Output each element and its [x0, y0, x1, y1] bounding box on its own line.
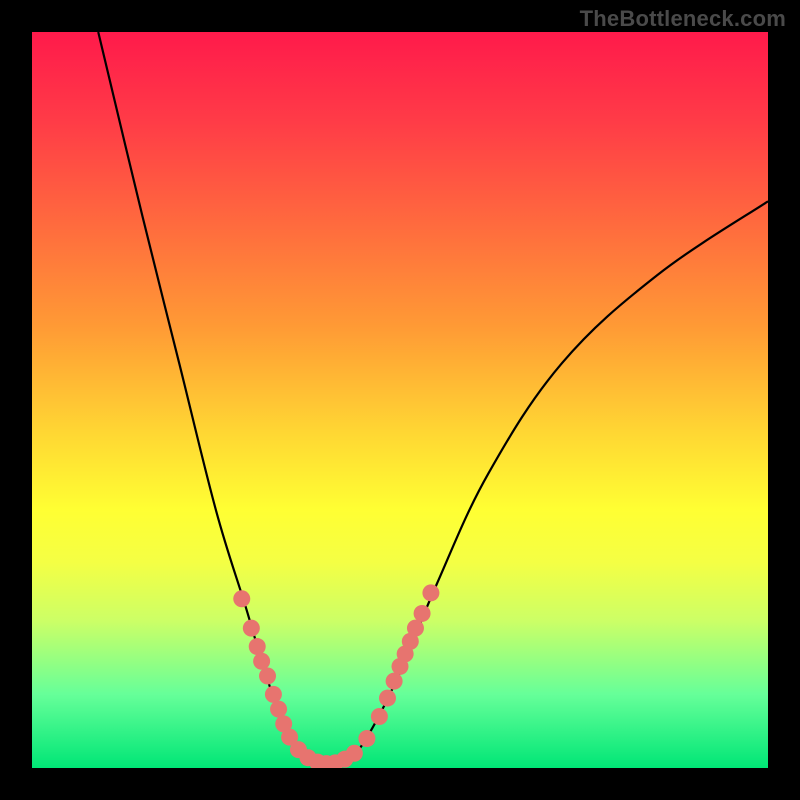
curve-marker: [270, 701, 287, 718]
watermark-text: TheBottleneck.com: [580, 6, 786, 32]
curve-marker: [265, 686, 282, 703]
curve-marker: [386, 673, 403, 690]
curve-marker: [358, 730, 375, 747]
curve-marker: [249, 638, 266, 655]
curve-marker: [243, 620, 260, 637]
curve-marker: [233, 590, 250, 607]
chart-frame: TheBottleneck.com: [0, 0, 800, 800]
curve-marker: [422, 584, 439, 601]
plot-area: [32, 32, 768, 768]
curve-marker: [371, 708, 388, 725]
curve-marker: [259, 668, 276, 685]
chart-svg: [32, 32, 768, 768]
marker-group: [233, 584, 439, 768]
curve-marker: [253, 653, 270, 670]
curve-marker: [407, 620, 424, 637]
bottleneck-curve: [98, 32, 768, 768]
curve-marker: [346, 745, 363, 762]
curve-marker: [379, 690, 396, 707]
curve-marker: [414, 605, 431, 622]
